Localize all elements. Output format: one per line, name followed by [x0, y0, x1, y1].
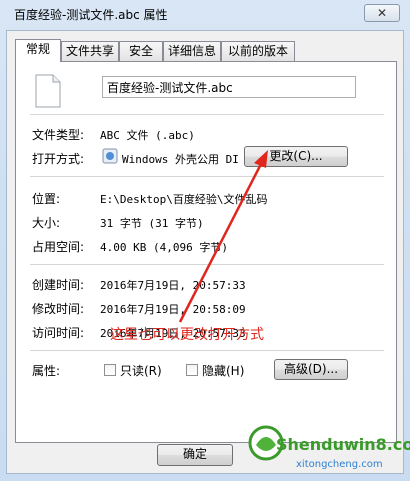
watermark-main-text: Shenduwin8.com — [276, 435, 410, 454]
watermark-sub-text: xitongcheng.com — [296, 459, 383, 470]
tab-general[interactable]: 常规 — [15, 39, 61, 62]
annotation-arrow — [178, 150, 268, 323]
annotation-text: 这里也可以更改打开方式 — [110, 327, 264, 343]
watermark: Shenduwin8.com xitongcheng.com — [246, 415, 410, 479]
